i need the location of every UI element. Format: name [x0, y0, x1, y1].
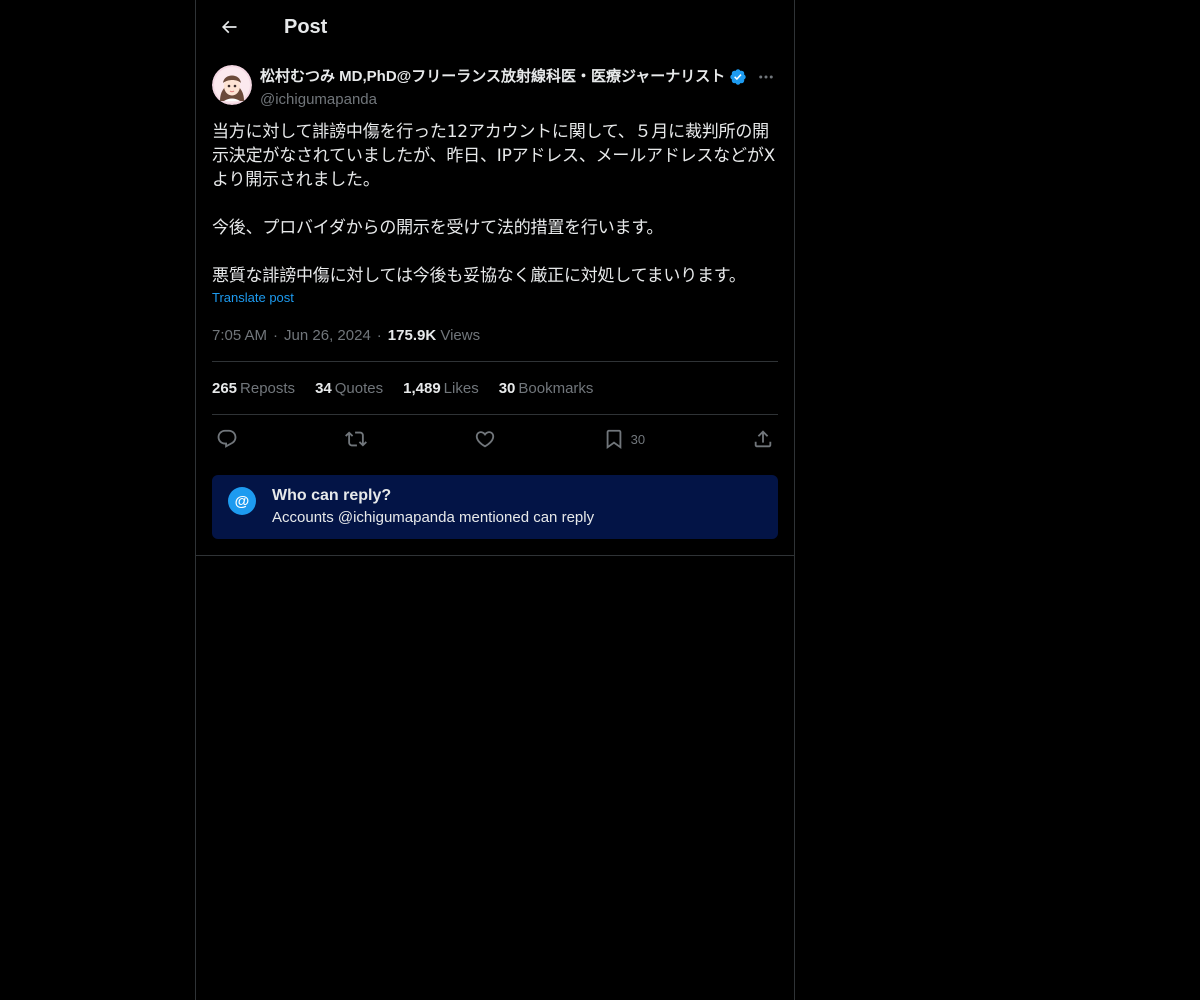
likes-stat[interactable]: 1,489 Likes	[403, 380, 479, 397]
meta-separator: ·	[376, 326, 382, 344]
reply-restriction-notice: @ Who can reply? Accounts @ichigumapanda…	[212, 475, 778, 539]
meta-separator: ·	[273, 326, 279, 344]
more-horizontal-icon	[759, 75, 773, 79]
page-header: Post	[196, 0, 794, 54]
reply-icon	[217, 429, 237, 448]
views-label: Views	[440, 326, 481, 344]
share-button[interactable]	[752, 428, 774, 450]
views[interactable]: 175.9K Views	[388, 327, 480, 344]
author-display-name[interactable]: 松村むつみ MD,PhD@フリーランス放射線科医・医療ジャーナリスト	[260, 67, 725, 87]
likes-count: 1,489	[403, 379, 441, 397]
name-line: 松村むつみ MD,PhD@フリーランス放射線科医・医療ジャーナリスト	[260, 64, 781, 90]
author-handle[interactable]: @ichigumapanda	[260, 90, 781, 110]
avatar[interactable]	[212, 65, 252, 105]
quotes-label: Quotes	[334, 379, 384, 397]
reposts-stat[interactable]: 265 Reposts	[212, 380, 295, 397]
bookmark-count: 30	[630, 431, 646, 447]
avatar-image	[212, 65, 252, 105]
quotes-stat[interactable]: 34 Quotes	[315, 380, 383, 397]
bookmark-button[interactable]: 30	[603, 428, 645, 450]
page-title: Post	[284, 15, 328, 38]
bookmarks-label: Bookmarks	[518, 379, 594, 397]
reply-restriction-subtitle: Accounts @ichigumapanda mentioned can re…	[272, 509, 595, 526]
repost-icon	[344, 431, 367, 447]
post-text: 当方に対して誹謗中傷を行った12アカウントに関して、５月に裁判所の開示決定がなさ…	[212, 122, 776, 286]
share-icon	[754, 430, 772, 448]
post-time[interactable]: 7:05 AM	[212, 327, 267, 344]
bookmarks-count: 30	[498, 379, 516, 397]
post-article: 松村むつみ MD,PhD@フリーランス放射線科医・医療ジャーナリスト @ichi…	[196, 54, 794, 556]
post-meta: 7:05 AM · Jun 26, 2024 · 175.9K Views	[212, 325, 778, 345]
views-count: 175.9K	[387, 326, 437, 344]
likes-label: Likes	[443, 379, 479, 397]
verified-badge-icon[interactable]	[729, 68, 747, 86]
quotes-count: 34	[315, 379, 332, 397]
arrow-left-icon	[221, 20, 237, 34]
reply-restriction-text: Who can reply? Accounts @ichigumapanda m…	[272, 485, 594, 529]
action-bar: 30	[212, 415, 778, 463]
reposts-count: 265	[212, 379, 238, 397]
engagement-stats: 265 Reposts 34 Quotes 1,489 Likes 30 Bookmar…	[212, 362, 778, 414]
translate-post-link[interactable]: Translate post	[212, 290, 294, 305]
main-column: Post 松村むつみ MD,PhD@フリーランス放射線科医・医療ジャーナリスト …	[195, 0, 795, 1000]
heart-icon	[475, 431, 494, 448]
repost-button[interactable]	[344, 428, 367, 450]
bookmarks-stat[interactable]: 30 Bookmarks	[499, 380, 594, 397]
author-row: 松村むつみ MD,PhD@フリーランス放射線科医・医療ジャーナリスト @ichi…	[212, 64, 778, 110]
reply-button[interactable]	[216, 428, 238, 450]
back-button[interactable]	[212, 10, 246, 44]
at-sign-icon: @	[228, 487, 256, 515]
more-options-button[interactable]	[751, 64, 781, 90]
reply-restriction-title: Who can reply?	[272, 487, 392, 504]
reposts-label: Reposts	[240, 379, 296, 397]
post-date[interactable]: Jun 26, 2024	[284, 327, 371, 344]
bookmark-icon	[606, 429, 621, 450]
like-button[interactable]	[474, 428, 496, 450]
author-meta: 松村むつみ MD,PhD@フリーランス放射線科医・医療ジャーナリスト @ichi…	[260, 64, 781, 110]
